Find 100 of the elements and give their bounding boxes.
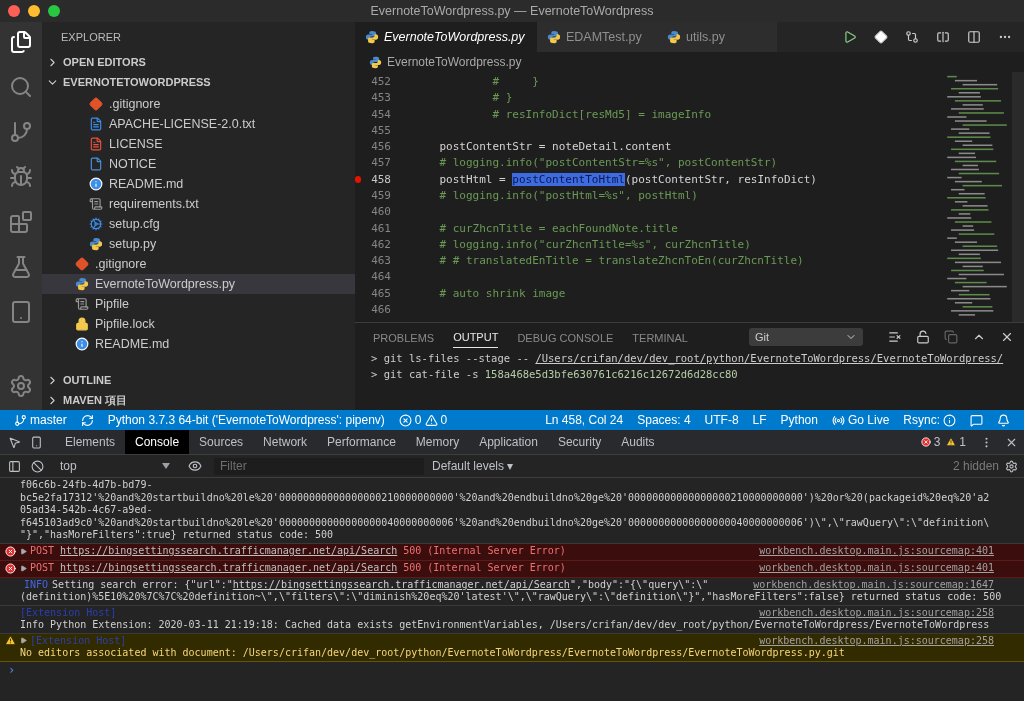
expand-triangle-icon[interactable] [20, 548, 27, 555]
line-number: 458 [371, 171, 391, 188]
status-item[interactable]: Ln 458, Col 24 [545, 411, 624, 429]
bug-icon[interactable] [9, 165, 33, 189]
settings-icon[interactable] [9, 374, 33, 398]
file-item[interactable]: setup.py [42, 234, 355, 254]
clear-console-icon[interactable] [31, 459, 44, 473]
git-diamond-icon[interactable] [874, 30, 888, 44]
devtools-tab[interactable]: Elements [55, 430, 126, 454]
scrollbar[interactable] [1012, 72, 1024, 322]
request-url[interactable]: https://bingsettingssearch.trafficmanager.net/api/Search [60, 545, 398, 558]
file-item[interactable]: README.md [42, 174, 355, 194]
unlock-icon[interactable] [916, 330, 930, 344]
git-diamond-icon [89, 97, 103, 111]
file-item[interactable]: NOTICE [42, 154, 355, 174]
console-prompt[interactable]: › [0, 661, 1024, 676]
line-number: 465 [371, 285, 391, 302]
editor-tab[interactable]: EDAMTest.py [537, 22, 657, 52]
extensions-icon[interactable] [9, 210, 33, 234]
devtools-tab[interactable]: Audits [611, 430, 665, 454]
compare-icon[interactable] [905, 30, 919, 44]
sidebar-title: EXPLORER [60, 29, 122, 45]
source-link[interactable]: workbench.desktop.main.js:sourcemap:401 [759, 545, 1024, 558]
file-item[interactable]: Pipfile.lock [42, 314, 355, 334]
file-item[interactable]: Pipfile [42, 294, 355, 314]
context-select[interactable]: top [54, 457, 174, 475]
panel-tab[interactable]: OUTPUT [453, 325, 499, 349]
git-diamond-icon [75, 257, 89, 271]
editor-tab[interactable]: utils.py [657, 22, 777, 52]
flask-icon[interactable] [9, 255, 33, 279]
expand-triangle-icon[interactable] [20, 565, 27, 572]
panel-tab[interactable]: DEBUG CONSOLE [517, 327, 614, 347]
minimize-window-button[interactable] [28, 5, 40, 17]
code-line: postHtml = postContentToHtml(postContentStr, resInfoDict) [438, 171, 817, 188]
file-item[interactable]: .gitignore [42, 254, 355, 274]
branch-icon[interactable] [9, 120, 33, 144]
file-item[interactable]: LICENSE [42, 134, 355, 154]
problems-indicator[interactable]: 0 0 [398, 411, 448, 429]
source-link[interactable]: workbench.desktop.main.js:sourcemap:1647 [753, 578, 1024, 591]
devtools-tab[interactable]: Network [253, 430, 318, 454]
files-icon[interactable] [9, 30, 33, 54]
close-icon[interactable] [1000, 330, 1014, 344]
preview-icon[interactable] [936, 30, 950, 44]
settings-icon[interactable] [1005, 459, 1018, 473]
file-item[interactable]: requirements.txt [42, 194, 355, 214]
status-item[interactable]: LF [752, 411, 767, 429]
source-link[interactable]: workbench.desktop.main.js:sourcemap:258 [759, 634, 1024, 647]
status-item[interactable]: Spaces: 4 [637, 411, 691, 429]
copy-icon[interactable] [944, 330, 958, 344]
issue-counter[interactable]: 3 1 [920, 433, 966, 451]
output-channel-select[interactable]: Git [749, 328, 863, 346]
devtools-tab[interactable]: Console [125, 430, 190, 454]
feedback-icon[interactable] [970, 413, 983, 427]
status-item[interactable]: UTF-8 [704, 411, 739, 429]
expand-triangle-icon[interactable] [20, 637, 27, 645]
clear-output-icon[interactable] [888, 330, 902, 344]
file-item[interactable]: APACHE-LICENSE-2.0.txt [42, 114, 355, 134]
devtools-tab[interactable]: Application [469, 430, 548, 454]
devtools-tab[interactable]: Sources [189, 430, 254, 454]
file-item[interactable]: README.md [42, 334, 355, 354]
rsync-status[interactable]: Rsync: [903, 411, 956, 429]
device-icon[interactable] [30, 435, 43, 449]
levels-dropdown[interactable]: Default levels ▾ [432, 457, 514, 475]
devtools-tab[interactable]: Performance [317, 430, 406, 454]
section-header[interactable]: OUTLINE [42, 370, 355, 390]
filter-field[interactable]: Filter [214, 457, 424, 475]
section-header[interactable]: MAVEN 項目 [42, 390, 355, 410]
source-link[interactable]: workbench.desktop.main.js:sourcemap:401 [759, 562, 1024, 575]
sync-icon[interactable] [80, 413, 94, 427]
section-header[interactable]: EVERNOTETOWORDPRESS [42, 72, 355, 92]
request-url[interactable]: https://bingsettingssearch.trafficmanager.net/api/Search [60, 562, 398, 575]
search-icon[interactable] [9, 75, 33, 99]
eye-icon[interactable] [188, 459, 202, 473]
lock-icon [75, 317, 89, 331]
panel-tab[interactable]: TERMINAL [632, 327, 688, 347]
inspect-icon[interactable] [8, 435, 21, 449]
status-item[interactable]: Python 3.7.3 64-bit ('EvernoteToWordpress': pipenv) [107, 411, 385, 429]
code-line: # # translatedEnTitle = translateZhcnToEn(curZhcnTitle) [438, 253, 804, 270]
source-link[interactable]: workbench.desktop.main.js:sourcemap:258 [759, 606, 1024, 619]
devtools-tab[interactable]: Memory [405, 430, 470, 454]
editor-tab[interactable]: EvernoteToWordpress.py [355, 22, 537, 52]
code-line: # } [491, 90, 513, 107]
status-item[interactable]: Python [780, 411, 818, 429]
section-header[interactable]: OPEN EDITORS [42, 52, 355, 72]
breadcrumb[interactable]: EvernoteToWordpress.py [355, 52, 1024, 72]
run-icon[interactable] [843, 30, 857, 44]
go-live-button[interactable]: Go Live [831, 411, 890, 429]
file-item[interactable]: EvernoteToWordpress.py [42, 274, 355, 294]
devtools-tab[interactable]: Security [547, 430, 612, 454]
file-item[interactable]: .gitignore [42, 94, 355, 114]
tablet-icon[interactable] [9, 300, 33, 324]
branch-indicator[interactable]: master [14, 411, 67, 429]
message-link[interactable]: https://bingsettingssearch.trafficmanager.net/api/Search [232, 578, 570, 590]
file-item[interactable]: setup.cfg [42, 214, 355, 234]
bell-icon[interactable] [997, 413, 1010, 427]
sidebar-toggle-icon[interactable] [8, 459, 21, 473]
zoom-window-button[interactable] [48, 5, 60, 17]
panel-tab[interactable]: PROBLEMS [373, 327, 435, 347]
close-window-button[interactable] [8, 5, 20, 17]
split-editor-icon[interactable] [967, 30, 981, 44]
